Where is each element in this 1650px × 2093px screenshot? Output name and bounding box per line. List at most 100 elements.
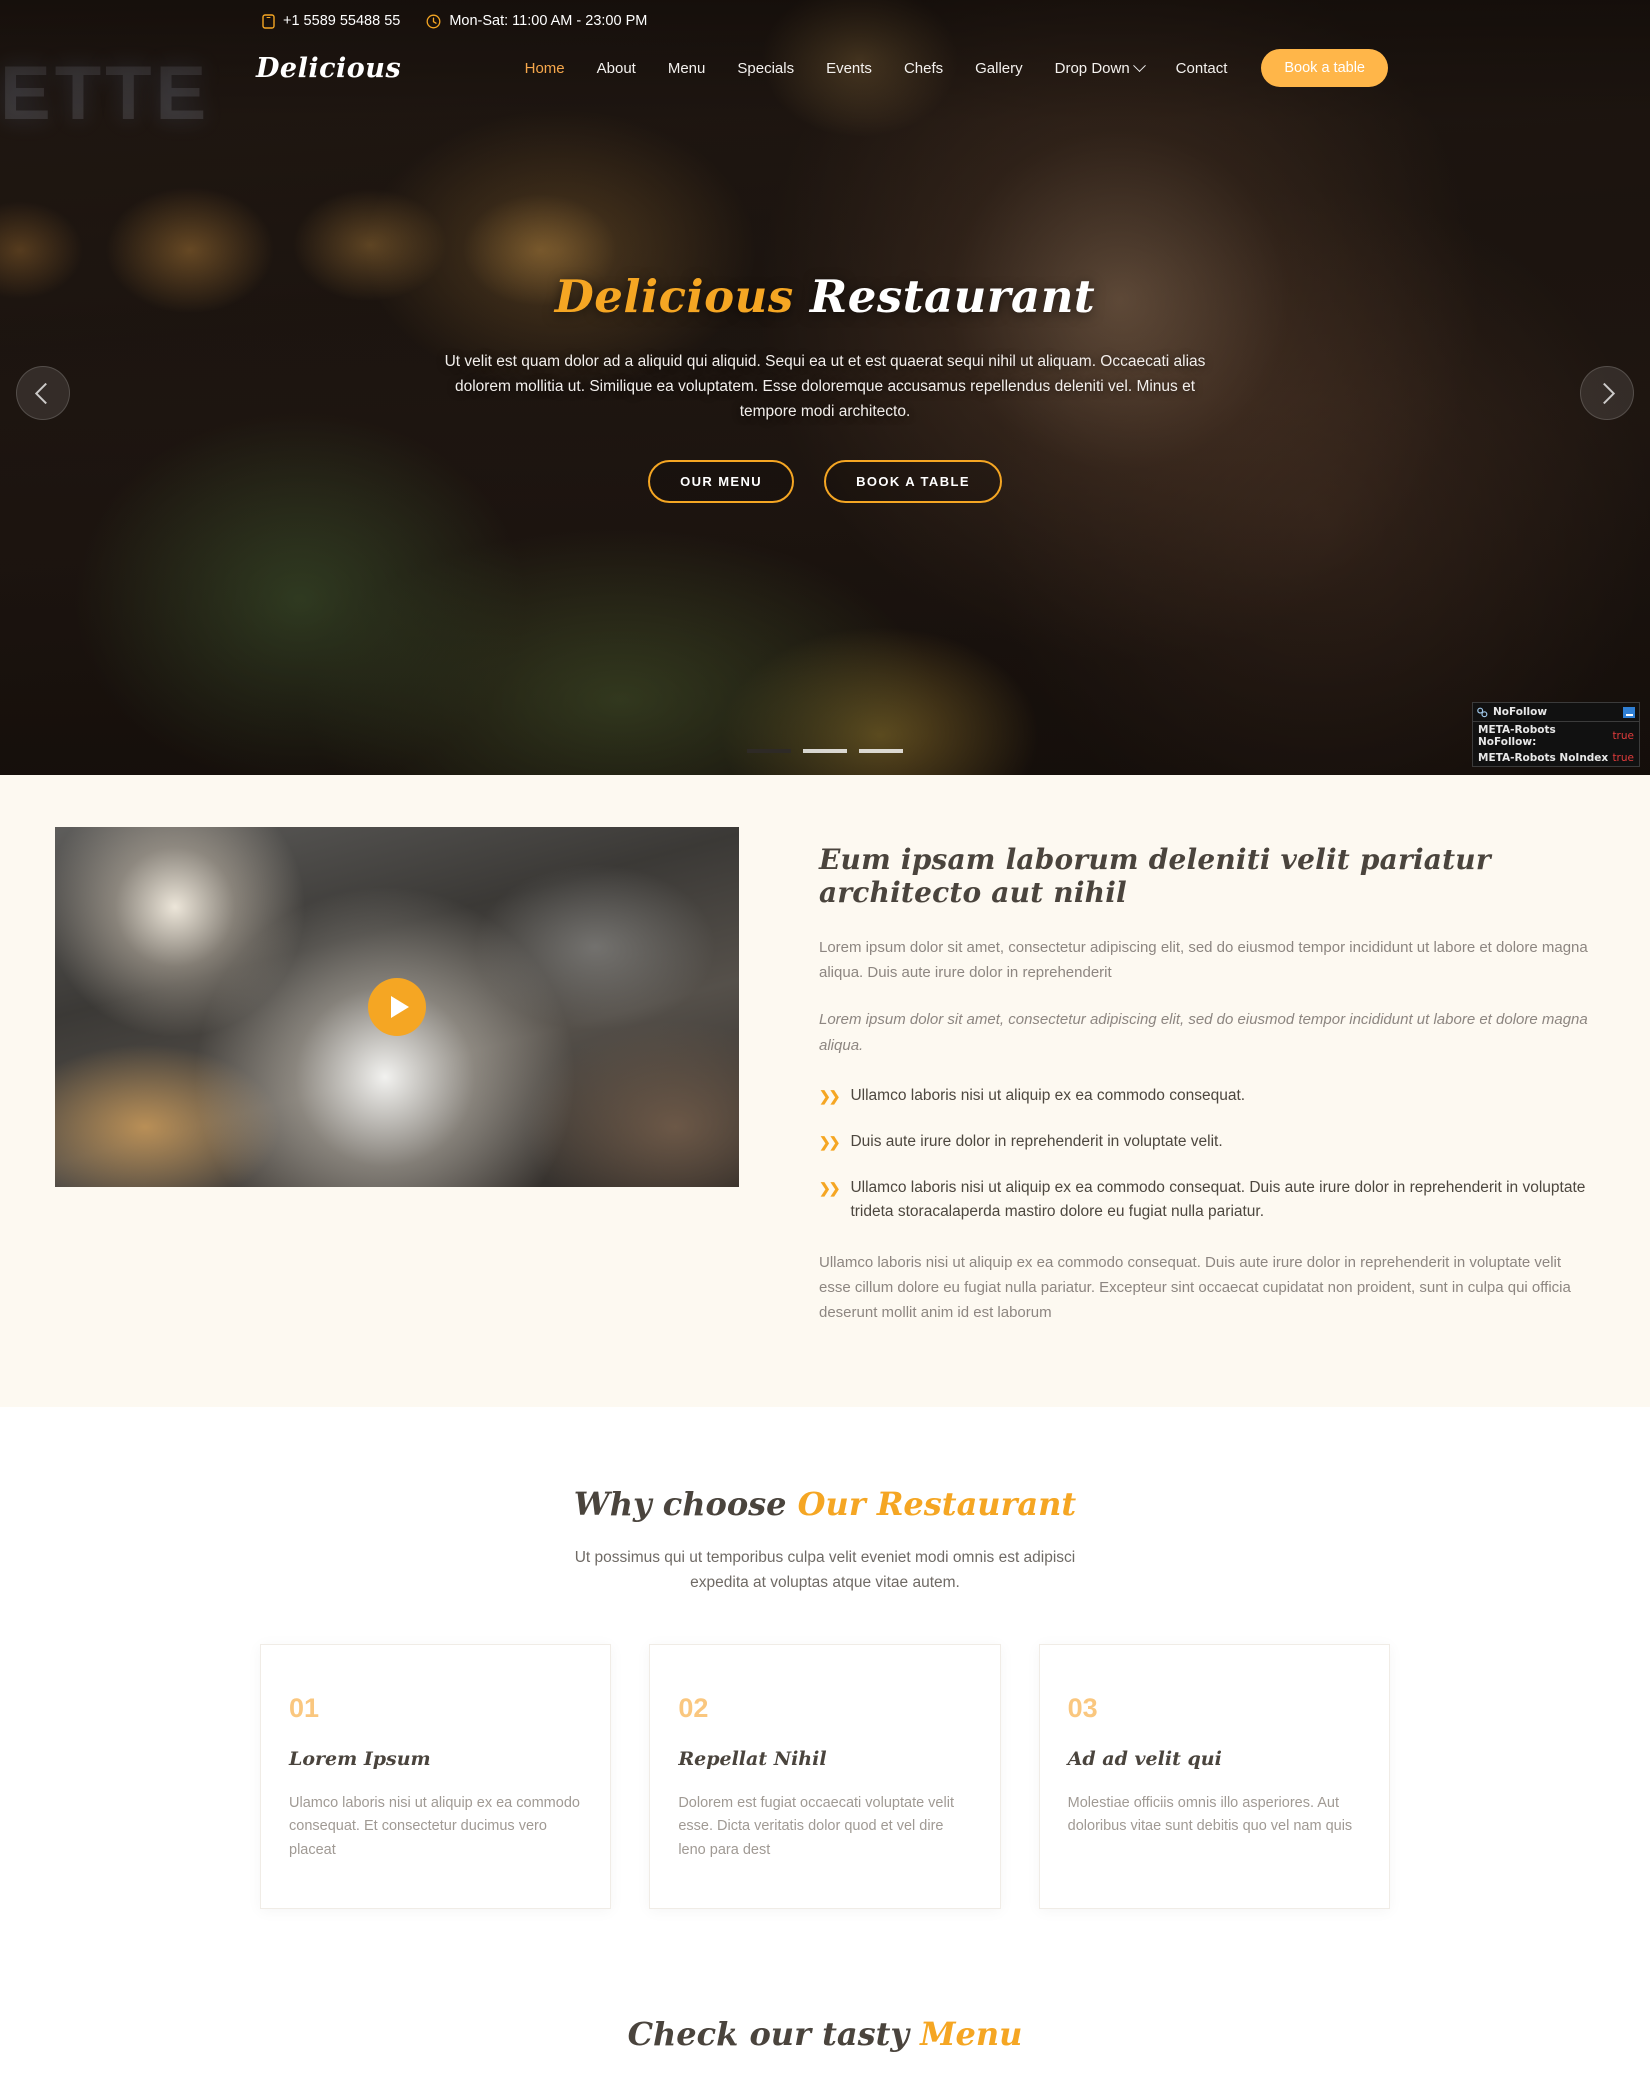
nav-item-events[interactable]: Events [810,60,888,77]
nav-item-gallery-label: Gallery [975,59,1023,77]
about-feature-text: Duis aute irure dolor in reprehenderit i… [850,1132,1223,1150]
carousel-indicator-1[interactable] [747,749,791,753]
about-feature-text: Ullamco laboris nisi ut aliquip ex ea co… [850,1086,1246,1104]
nav-item-chefs-label: Chefs [903,59,944,77]
nofollow-widget-title: NoFollow [1493,706,1548,718]
site-logo[interactable]: Delicious [256,53,401,84]
menu-teaser-title-accent: Menu [920,2015,1023,2054]
double-chevron-icon: ❯❯ [819,1133,841,1150]
topbar-phone[interactable]: +1 5589 55488 55 [262,13,400,29]
nofollow-widget-header: NoFollow [1473,703,1639,722]
double-chevron-icon: ❯❯ [819,1179,841,1196]
topbar-hours: Mon-Sat: 11:00 AM - 23:00 PM [426,13,647,29]
nav-item-events-label: Events [826,59,872,77]
nav-item-about[interactable]: About [581,60,652,77]
feature-card-02[interactable]: 02 Repellat Nihil Dolorem est fugiat occ… [649,1643,1001,1910]
why-choose-title: Why choose Our Restaurant [0,1485,1650,1523]
our-menu-button[interactable]: OUR MENU [648,460,795,504]
nav-item-specials[interactable]: Specials [721,60,810,77]
feature-card-01[interactable]: 01 Lorem Ipsum Ulamco laboris nisi ut al… [260,1643,612,1910]
play-icon [390,996,409,1018]
nav-item-about-label: About [596,59,636,77]
nofollow-value-1: true [1612,730,1634,742]
why-choose-section: Why choose Our Restaurant Ut possimus qu… [0,1407,1650,1950]
feature-card-number: 03 [1067,1692,1098,1723]
nav-item-drop-down-label: Drop Down [1054,59,1130,77]
nav-item-menu-label: Menu [667,59,706,77]
about-feature-text: Ullamco laboris nisi ut aliquip ex ea co… [850,1178,1586,1220]
nofollow-key-2: META-Robots NoIndex [1478,752,1609,764]
carousel-indicator-3[interactable] [859,749,903,753]
feature-card-number: 01 [289,1692,320,1723]
top-contact-bar: +1 5589 55488 55 Mon-Sat: 11:00 AM - 23:… [0,0,1650,42]
feature-card-title: Ad ad velit qui [1067,1747,1222,1770]
about-feature-list: ❯❯ Ullamco laboris nisi ut aliquip ex ea… [819,1084,1595,1224]
nav-item-home[interactable]: Home [509,60,581,77]
nav-item-home-label: Home [524,59,565,77]
feature-card-body: Dolorem est fugiat occaecati voluptate v… [678,1794,954,1858]
carousel-prev-button[interactable] [16,366,70,420]
menu-teaser-title: Check our tasty Menu [0,2015,1650,2053]
hero-title: Delicious Restaurant [395,270,1255,323]
chevron-right-icon [1593,382,1616,404]
about-text-column: Eum ipsam laborum deleniti velit pariatu… [819,827,1595,1347]
feature-card-03[interactable]: 03 Ad ad velit qui Molestiae officiis om… [1038,1643,1390,1910]
carousel-indicators [0,749,1650,753]
carousel-next-button[interactable] [1580,366,1634,420]
why-choose-cards: 01 Lorem Ipsum Ulamco laboris nisi ut al… [260,1643,1390,1910]
carousel-indicator-2[interactable] [803,749,847,753]
main-navigation: Delicious Home About Menu Specials Event… [0,42,1650,94]
menu-teaser-section: Check our tasty Menu [0,1949,1650,2093]
why-choose-title-plain: Why choose [573,1485,798,1524]
about-paragraph-2: Lorem ipsum dolor sit amet, consectetur … [819,1011,1588,1054]
chevron-down-icon [1132,58,1146,72]
hero-buttons: OUR MENU BOOK A TABLE [395,460,1255,504]
nav-item-menu[interactable]: Menu [652,60,722,77]
nav-links: Home About Menu Specials Events Chefs Ga… [509,49,1388,87]
feature-card-body: Ulamco laboris nisi ut aliquip ex ea com… [289,1794,580,1858]
clock-icon [426,14,441,29]
menu-teaser-title-plain: Check our tasty [627,2015,921,2054]
nofollow-row-noindex: META-Robots NoIndex true [1473,750,1639,766]
nofollow-key-1: META-Robots NoFollow: [1478,724,1556,748]
about-feature-item: ❯❯ Ullamco laboris nisi ut aliquip ex ea… [819,1084,1595,1108]
double-chevron-icon: ❯❯ [819,1087,841,1104]
phone-icon [262,13,275,29]
topbar-phone-text: +1 5589 55488 55 [283,13,401,29]
about-heading: Eum ipsam laborum deleniti velit pariatu… [819,843,1491,909]
book-a-table-button[interactable]: Book a table [1261,49,1388,87]
about-inner: Eum ipsam laborum deleniti velit pariatu… [55,827,1595,1347]
hero-subtitle: Ut velit est quam dolor ad a aliquid qui… [444,353,1206,421]
feature-card-title: Repellat Nihil [678,1747,827,1770]
nav-item-gallery[interactable]: Gallery [959,60,1039,77]
feature-card-title: Lorem Ipsum [289,1747,431,1770]
about-feature-item: ❯❯ Ullamco laboris nisi ut aliquip ex ea… [819,1176,1595,1224]
chevron-left-icon [34,382,57,404]
about-paragraph-1: Lorem ipsum dolor sit amet, consectetur … [819,939,1588,982]
about-section: Eum ipsam laborum deleniti velit pariatu… [0,775,1650,1408]
why-choose-subtitle: Ut possimus qui ut temporibus culpa veli… [574,1549,1076,1592]
nofollow-row-nofollow: META-Robots NoFollow: true [1473,722,1639,750]
about-video-thumbnail [55,827,739,1187]
nofollow-value-2: true [1612,752,1634,764]
link-icon [1477,707,1488,718]
nav-item-chefs[interactable]: Chefs [888,60,959,77]
hero-title-rest: Restaurant [809,270,1096,323]
book-a-table-hero-button[interactable]: BOOK A TABLE [824,460,1002,504]
nav-item-contact-label: Contact [1175,59,1228,77]
nav-item-drop-down[interactable]: Drop Down [1039,58,1160,77]
feature-card-number: 02 [678,1692,709,1723]
topbar-hours-text: Mon-Sat: 11:00 AM - 23:00 PM [449,13,648,29]
play-video-button[interactable] [368,978,426,1036]
about-feature-item: ❯❯ Duis aute irure dolor in reprehenderi… [819,1130,1595,1154]
minimize-icon[interactable] [1623,706,1635,718]
restaurant-landing-page: ETTE +1 5589 55488 55 Mon-Sat: 11:00 AM … [0,0,1650,2093]
hero-section: ETTE +1 5589 55488 55 Mon-Sat: 11:00 AM … [0,0,1650,775]
nofollow-extension-widget: NoFollow META-Robots NoFollow: true META… [1472,702,1640,767]
why-choose-title-accent: Our Restaurant [797,1485,1077,1524]
nav-item-contact[interactable]: Contact [1160,60,1244,77]
nav-item-specials-label: Specials [737,59,795,77]
hero-title-accent: Delicious [554,270,794,323]
feature-card-body: Molestiae officiis omnis illo asperiores… [1067,1794,1353,1835]
about-paragraph-3: Ullamco laboris nisi ut aliquip ex ea co… [819,1253,1571,1322]
